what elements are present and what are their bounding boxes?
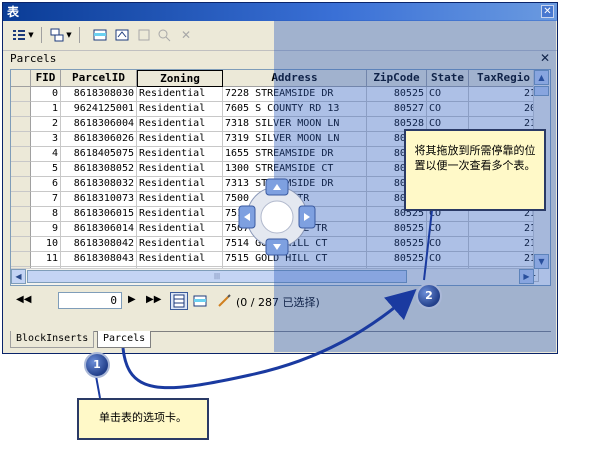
- tab-tip-callout: 单击表的选项卡。: [77, 398, 209, 440]
- table-cell[interactable]: Residential: [137, 162, 223, 177]
- table-cell[interactable]: 8618308043: [61, 252, 137, 267]
- window-titlebar[interactable]: 表 ✕: [3, 3, 557, 21]
- table-cell[interactable]: Residential: [137, 192, 223, 207]
- table-cell[interactable]: Residential: [137, 237, 223, 252]
- table-cell[interactable]: Residential: [137, 147, 223, 162]
- table-cell[interactable]: 8618405075: [61, 147, 137, 162]
- row-selector[interactable]: [11, 87, 31, 102]
- table-cell[interactable]: Residential: [137, 222, 223, 237]
- table-cell[interactable]: 2: [31, 117, 61, 132]
- tab-blockinserts[interactable]: BlockInserts: [10, 331, 95, 348]
- table-cell[interactable]: 8: [31, 207, 61, 222]
- dock-left-icon[interactable]: [238, 205, 256, 229]
- table-cell[interactable]: 1: [31, 102, 61, 117]
- table-cell[interactable]: 4: [31, 147, 61, 162]
- step-2-badge: 2: [416, 283, 442, 309]
- table-cell[interactable]: 8618306026: [61, 132, 137, 147]
- row-selector[interactable]: [11, 177, 31, 192]
- dock-top-icon[interactable]: [265, 178, 289, 196]
- table-cell[interactable]: Residential: [137, 207, 223, 222]
- table-cell[interactable]: 8618310073: [61, 192, 137, 207]
- table-cell[interactable]: 9: [31, 222, 61, 237]
- table-cell[interactable]: Residential: [137, 132, 223, 147]
- row-selector-header[interactable]: [11, 70, 31, 87]
- table-cell[interactable]: 0: [31, 87, 61, 102]
- table-cell[interactable]: 7: [31, 192, 61, 207]
- table-cell[interactable]: 10: [31, 237, 61, 252]
- pencil-icon: [216, 293, 232, 309]
- row-selector[interactable]: [11, 192, 31, 207]
- docking-diamond[interactable]: [237, 177, 317, 257]
- next-record-button[interactable]: ▶: [128, 294, 136, 305]
- table-cell[interactable]: 8618308032: [61, 177, 137, 192]
- table-panel-title: Parcels: [10, 52, 57, 65]
- row-selector[interactable]: [11, 162, 31, 177]
- table-cell[interactable]: 5: [31, 162, 61, 177]
- table-cell[interactable]: Residential: [137, 87, 223, 102]
- select-by-attributes-icon[interactable]: [91, 26, 109, 44]
- scroll-left-icon[interactable]: ◀: [11, 269, 26, 284]
- row-selector[interactable]: [11, 252, 31, 267]
- row-selector[interactable]: [11, 237, 31, 252]
- dock-right-icon[interactable]: [298, 205, 316, 229]
- column-header[interactable]: Zoning: [137, 70, 223, 87]
- table-cell[interactable]: 8618308052: [61, 162, 137, 177]
- drag-tip-callout: 将其拖放到所需停靠的位置以便一次查看多个表。: [404, 129, 546, 211]
- column-header[interactable]: ParcelID: [61, 70, 137, 87]
- table-cell[interactable]: 3: [31, 132, 61, 147]
- show-selected-records-icon[interactable]: [192, 293, 208, 309]
- related-tables-icon[interactable]: ▼: [47, 26, 75, 44]
- table-cell[interactable]: Residential: [137, 117, 223, 132]
- table-cell[interactable]: 8618308042: [61, 237, 137, 252]
- switch-selection-icon[interactable]: [113, 26, 131, 44]
- table-cell[interactable]: 8618306004: [61, 117, 137, 132]
- step-1-badge: 1: [84, 352, 110, 378]
- table-cell[interactable]: 6: [31, 177, 61, 192]
- dock-bottom-icon[interactable]: [265, 238, 289, 256]
- column-header[interactable]: FID: [31, 70, 61, 87]
- row-selector[interactable]: [11, 117, 31, 132]
- delete-selected-icon[interactable]: ✕: [177, 26, 195, 44]
- row-selector[interactable]: [11, 147, 31, 162]
- row-selector[interactable]: [11, 207, 31, 222]
- table-cell[interactable]: 8618306014: [61, 222, 137, 237]
- row-selector[interactable]: [11, 222, 31, 237]
- table-cell[interactable]: 9624125001: [61, 102, 137, 117]
- table-cell[interactable]: 11: [31, 252, 61, 267]
- table-cell[interactable]: 8618308030: [61, 87, 137, 102]
- row-selector[interactable]: [11, 132, 31, 147]
- current-record-input[interactable]: 0: [58, 292, 122, 309]
- zoom-to-selected-icon[interactable]: [155, 26, 173, 44]
- first-record-button[interactable]: ◀◀: [16, 294, 31, 305]
- table-cell[interactable]: Residential: [137, 102, 223, 117]
- window-title: 表: [7, 5, 20, 19]
- table-cell[interactable]: Residential: [137, 177, 223, 192]
- last-record-button[interactable]: ▶▶: [146, 294, 161, 305]
- table-cell[interactable]: Residential: [137, 252, 223, 267]
- tab-parcels[interactable]: Parcels: [97, 331, 152, 348]
- row-selector[interactable]: [11, 102, 31, 117]
- show-all-records-icon[interactable]: [170, 292, 188, 310]
- table-cell[interactable]: 8618306015: [61, 207, 137, 222]
- close-window-button[interactable]: ✕: [541, 5, 554, 18]
- table-options-icon[interactable]: ▼: [9, 26, 37, 44]
- clear-selection-icon[interactable]: [135, 26, 153, 44]
